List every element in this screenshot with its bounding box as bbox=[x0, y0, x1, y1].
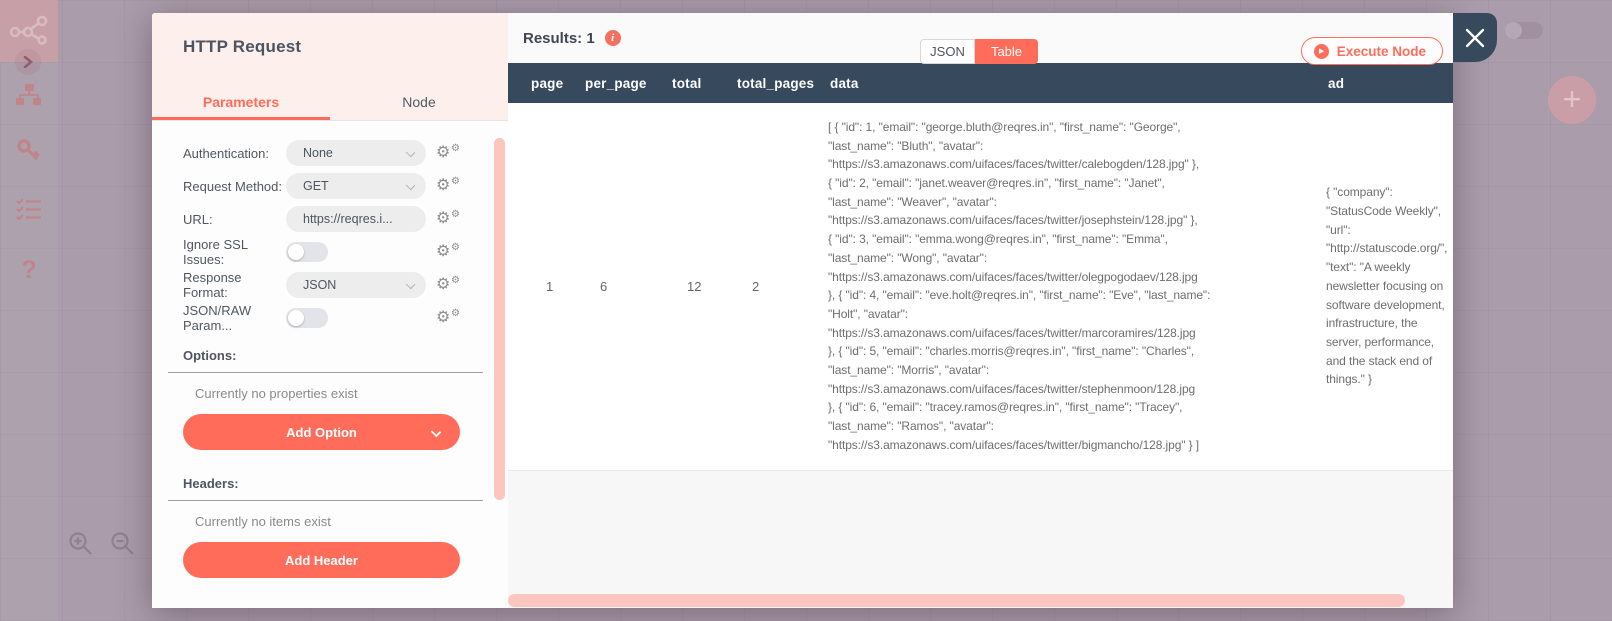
add-option-button[interactable]: Add Option bbox=[183, 414, 460, 450]
add-node-button[interactable]: + bbox=[1548, 76, 1596, 124]
canvas-zoom-controls bbox=[68, 531, 136, 557]
ignore-ssl-toggle[interactable] bbox=[286, 242, 328, 262]
node-title: HTTP Request bbox=[183, 37, 508, 57]
toggle-knob bbox=[1505, 22, 1522, 39]
divider bbox=[168, 500, 483, 501]
cell-total: 12 bbox=[649, 103, 714, 470]
view-toggle: JSON Table bbox=[920, 39, 1038, 64]
column-header-per-page: per_page bbox=[562, 63, 649, 103]
column-header-total-pages: total_pages bbox=[714, 63, 807, 103]
toggle-knob bbox=[288, 310, 304, 326]
table-header-row: page per_page total total_pages data ad bbox=[508, 63, 1453, 103]
chevron-down-icon bbox=[406, 280, 415, 289]
info-icon[interactable]: i bbox=[605, 30, 621, 46]
headers-heading: Headers: bbox=[183, 476, 460, 491]
results-header: Results: 1 i JSON Table ▶ Execute Node bbox=[508, 13, 1453, 63]
parameters-body: Authentication: None ⚙⚙ Request Method: … bbox=[152, 121, 508, 608]
horizontal-scrollbar[interactable] bbox=[508, 594, 1405, 607]
request-method-select[interactable]: GET bbox=[286, 173, 426, 199]
column-header-total: total bbox=[649, 63, 714, 103]
checklist-icon bbox=[16, 198, 42, 222]
gear-icon[interactable]: ⚙⚙ bbox=[436, 178, 460, 194]
divider bbox=[168, 372, 483, 373]
column-header-page: page bbox=[508, 63, 562, 103]
gear-icon[interactable]: ⚙⚙ bbox=[436, 244, 460, 260]
json-raw-toggle[interactable] bbox=[286, 308, 328, 328]
results-panel: Results: 1 i JSON Table ▶ Execute Node p… bbox=[508, 13, 1453, 608]
execute-node-button[interactable]: ▶ Execute Node bbox=[1301, 37, 1443, 65]
headers-empty-text: Currently no items exist bbox=[195, 514, 460, 529]
field-label: Response Format: bbox=[183, 270, 286, 300]
close-modal-button[interactable] bbox=[1453, 13, 1497, 62]
chevron-down-icon bbox=[406, 148, 415, 157]
chevron-down-icon bbox=[431, 427, 441, 437]
sidebar-item-executions[interactable] bbox=[0, 198, 58, 222]
vertical-scrollbar[interactable] bbox=[494, 138, 505, 500]
response-format-select[interactable]: JSON bbox=[286, 272, 426, 298]
panel-header: HTTP Request Parameters Node bbox=[152, 13, 508, 121]
sidebar-item-workflows[interactable] bbox=[0, 84, 58, 106]
results-count-label: Results: 1 bbox=[523, 30, 595, 47]
sidebar-item-credentials[interactable] bbox=[0, 138, 58, 164]
view-table-button[interactable]: Table bbox=[975, 39, 1038, 64]
zoom-in-icon[interactable] bbox=[68, 531, 94, 557]
sidebar-collapse-button[interactable] bbox=[15, 49, 41, 75]
options-empty-text: Currently no properties exist bbox=[195, 386, 460, 401]
workflow-active-toggle[interactable] bbox=[1505, 22, 1543, 39]
question-icon: ? bbox=[21, 256, 36, 285]
cell-data-json: [ { "id": 1, "email": "george.bluth@reqr… bbox=[807, 103, 1305, 470]
field-label: Authentication: bbox=[183, 146, 286, 161]
options-heading: Options: bbox=[183, 348, 460, 363]
key-icon bbox=[16, 138, 42, 164]
plus-icon: + bbox=[1563, 83, 1582, 115]
parameters-panel: HTTP Request Parameters Node Authenticat… bbox=[152, 13, 508, 608]
gear-icon[interactable]: ⚙⚙ bbox=[436, 310, 460, 326]
field-url: URL: ⚙⚙ bbox=[183, 206, 460, 232]
field-request-method: Request Method: GET ⚙⚙ bbox=[183, 173, 460, 199]
panel-tabs: Parameters Node bbox=[152, 83, 508, 121]
gear-icon[interactable]: ⚙⚙ bbox=[436, 145, 460, 161]
column-header-data: data bbox=[807, 63, 1305, 103]
gear-icon[interactable]: ⚙⚙ bbox=[436, 211, 460, 227]
cell-page: 1 bbox=[508, 103, 562, 470]
nodes-logo-icon bbox=[9, 15, 49, 47]
play-icon: ▶ bbox=[1314, 44, 1329, 59]
tab-node[interactable]: Node bbox=[330, 83, 508, 120]
zoom-out-icon[interactable] bbox=[110, 531, 136, 557]
options-section: Options: Currently no properties exist A… bbox=[183, 348, 460, 450]
field-ignore-ssl: Ignore SSL Issues: ⚙⚙ bbox=[183, 239, 460, 265]
sitemap-icon bbox=[16, 84, 42, 106]
column-header-ad: ad bbox=[1305, 63, 1453, 103]
left-sidebar: ? bbox=[0, 0, 58, 621]
field-label: Ignore SSL Issues: bbox=[183, 237, 286, 267]
table-row: 1 6 12 2 [ { "id": 1, "email": "george.b… bbox=[508, 103, 1453, 470]
n8n-canvas: ? + HTTP Request Parameters Node Authen bbox=[0, 0, 1612, 621]
results-footer-area bbox=[508, 471, 1453, 609]
field-label: URL: bbox=[183, 212, 286, 227]
results-table: page per_page total total_pages data ad … bbox=[508, 63, 1453, 471]
gear-icon[interactable]: ⚙⚙ bbox=[436, 277, 460, 293]
toggle-knob bbox=[288, 244, 304, 260]
node-detail-modal: HTTP Request Parameters Node Authenticat… bbox=[152, 13, 1453, 608]
sidebar-item-help[interactable]: ? bbox=[0, 256, 58, 285]
close-icon bbox=[1464, 27, 1486, 49]
view-json-button[interactable]: JSON bbox=[920, 39, 975, 64]
cell-per-page: 6 bbox=[562, 103, 649, 470]
chevron-down-icon bbox=[406, 181, 415, 190]
field-label: JSON/RAW Param... bbox=[183, 303, 286, 333]
authentication-select[interactable]: None bbox=[286, 140, 426, 166]
url-input[interactable] bbox=[286, 206, 426, 232]
field-json-raw-params: JSON/RAW Param... ⚙⚙ bbox=[183, 305, 460, 331]
tab-parameters[interactable]: Parameters bbox=[152, 83, 330, 120]
cell-total-pages: 2 bbox=[714, 103, 807, 470]
field-label: Request Method: bbox=[183, 179, 286, 194]
headers-section: Headers: Currently no items exist Add He… bbox=[183, 476, 460, 578]
cell-ad-json: { "company": "StatusCode Weekly", "url":… bbox=[1305, 103, 1453, 470]
chevron-right-icon bbox=[23, 56, 33, 68]
add-header-button[interactable]: Add Header bbox=[183, 542, 460, 578]
field-authentication: Authentication: None ⚙⚙ bbox=[183, 140, 460, 166]
field-response-format: Response Format: JSON ⚙⚙ bbox=[183, 272, 460, 298]
